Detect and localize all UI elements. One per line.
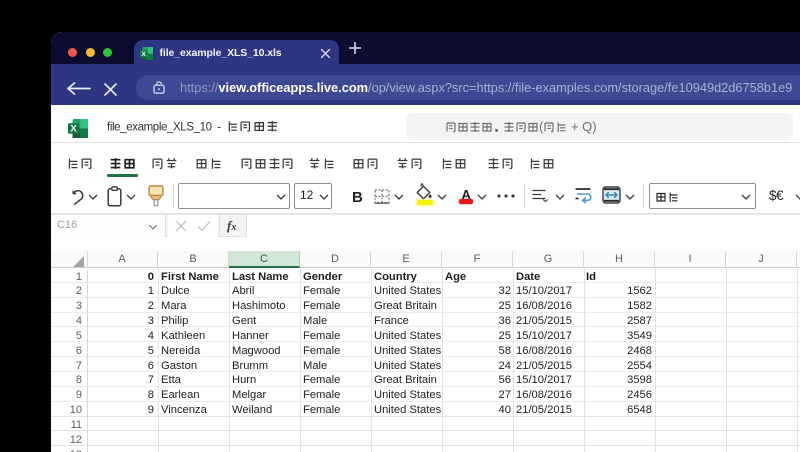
svg-text:X: X [141,50,146,57]
svg-text:X: X [70,124,77,135]
